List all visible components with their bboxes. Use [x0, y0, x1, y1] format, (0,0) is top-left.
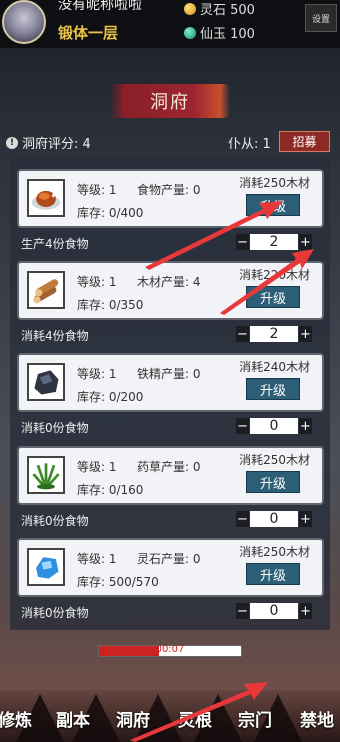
decrement-button[interactable]: −: [236, 603, 249, 619]
worker-count: 0: [250, 418, 298, 434]
increment-button[interactable]: +: [299, 326, 312, 342]
worker-count: 0: [250, 603, 298, 619]
nav-tab[interactable]: 禁地: [300, 706, 334, 731]
building-stock: 库存: 0/400: [77, 206, 144, 220]
building-output: 铁精产量: 0: [137, 367, 201, 381]
worker-count: 0: [250, 511, 298, 527]
upgrade-button[interactable]: 升级: [246, 471, 300, 493]
recruit-button[interactable]: 招募: [279, 131, 330, 152]
worker-count: 2: [250, 326, 298, 342]
building-level: 等级: 1: [77, 275, 117, 289]
building-card: 等级: 1 药草产量: 0 库存: 0/160 消耗250木材升级: [19, 448, 322, 503]
upgrade-cost: 消耗240木材: [239, 360, 310, 374]
worker-stepper[interactable]: −2 +: [236, 326, 312, 342]
building-stock: 库存: 0/160: [77, 483, 144, 497]
building-output: 灵石产量: 0: [137, 552, 201, 566]
iron-ore-icon: [27, 363, 65, 401]
herb-plant-icon: [27, 456, 65, 494]
cave-score: ! 洞府评分: 4: [6, 133, 91, 152]
increment-button[interactable]: +: [299, 234, 312, 250]
building-card: 等级: 1 木材产量: 4 库存: 0/350 消耗220木材升级: [19, 263, 322, 318]
timer-progress-bar: 00:07: [98, 644, 242, 657]
settings-button[interactable]: 设置: [305, 4, 337, 32]
wood-logs-icon: [27, 271, 65, 309]
building-card: 等级: 1 灵石产量: 0 库存: 500/570 消耗250木材升级: [19, 540, 322, 595]
servants-count: 仆从: 1: [228, 137, 271, 152]
increment-button[interactable]: +: [299, 418, 312, 434]
building-stock: 库存: 0/350: [77, 298, 144, 312]
spirit-stone-label: 灵石 500: [200, 3, 255, 18]
upgrade-cost: 消耗250木材: [239, 453, 310, 467]
jade-resource: 仙玉 100: [184, 23, 255, 42]
building-output: 食物产量: 0: [137, 183, 201, 197]
building-level: 等级: 1: [77, 460, 117, 474]
avatar[interactable]: [2, 0, 46, 44]
upgrade-button[interactable]: 升级: [246, 563, 300, 585]
food-usage-label: 消耗0份食物: [21, 606, 89, 620]
top-bar: 没有昵称啦啦 锻体一层 灵石 500 仙玉 100 设置: [0, 0, 340, 48]
roast-chicken-icon: [27, 179, 65, 217]
building-level: 等级: 1: [77, 367, 117, 381]
building-stock: 库存: 0/200: [77, 390, 144, 404]
worker-stepper[interactable]: −0 +: [236, 418, 312, 434]
food-usage-label: 消耗4份食物: [21, 329, 89, 343]
jade-label: 仙玉 100: [200, 27, 255, 42]
increment-button[interactable]: +: [299, 603, 312, 619]
food-usage-label: 生产4份食物: [21, 237, 89, 251]
building-output: 药草产量: 0: [137, 460, 201, 474]
spirit-crystal-icon: [27, 548, 65, 586]
building-card: 等级: 1 铁精产量: 0 库存: 0/200 消耗240木材升级: [19, 355, 322, 410]
decrement-button[interactable]: −: [236, 511, 249, 527]
cave-score-label: 洞府评分: 4: [22, 137, 91, 152]
upgrade-button[interactable]: 升级: [246, 194, 300, 216]
spirit-stone-resource: 灵石 500: [184, 0, 255, 18]
building-card: 等级: 1 食物产量: 0 库存: 0/400 消耗250木材升级: [19, 171, 322, 226]
nav-tab[interactable]: 灵根: [178, 706, 212, 731]
page-title: 洞府: [150, 92, 190, 113]
jade-icon: [184, 26, 196, 39]
nav-tab[interactable]: 宗门: [238, 706, 272, 731]
cultivation-realm: 锻体一层: [58, 24, 119, 42]
worker-stepper[interactable]: −0 +: [236, 511, 312, 527]
info-icon[interactable]: !: [6, 136, 18, 149]
building-level: 等级: 1: [77, 552, 117, 566]
food-usage-label: 消耗0份食物: [21, 514, 89, 528]
food-usage-label: 消耗0份食物: [21, 421, 89, 435]
upgrade-button[interactable]: 升级: [246, 378, 300, 400]
increment-button[interactable]: +: [299, 511, 312, 527]
upgrade-cost: 消耗250木材: [239, 176, 310, 190]
worker-stepper[interactable]: −2 +: [236, 234, 312, 250]
upgrade-button[interactable]: 升级: [246, 286, 300, 308]
nav-tab[interactable]: 副本: [56, 706, 90, 731]
player-name: 没有昵称啦啦: [58, 0, 142, 13]
building-level: 等级: 1: [77, 183, 117, 197]
nav-tab[interactable]: 洞府: [116, 706, 150, 731]
spirit-stone-icon: [184, 2, 196, 15]
nav-tab[interactable]: 修炼: [0, 706, 32, 731]
decrement-button[interactable]: −: [236, 326, 249, 342]
worker-stepper[interactable]: −0 +: [236, 603, 312, 619]
upgrade-cost: 消耗250木材: [239, 545, 310, 559]
decrement-button[interactable]: −: [236, 418, 249, 434]
building-stock: 库存: 500/570: [77, 575, 159, 589]
upgrade-cost: 消耗220木材: [239, 268, 310, 282]
timer-label: 00:07: [155, 644, 185, 655]
building-output: 木材产量: 4: [137, 275, 201, 289]
decrement-button[interactable]: −: [236, 234, 249, 250]
worker-count: 2: [250, 234, 298, 250]
